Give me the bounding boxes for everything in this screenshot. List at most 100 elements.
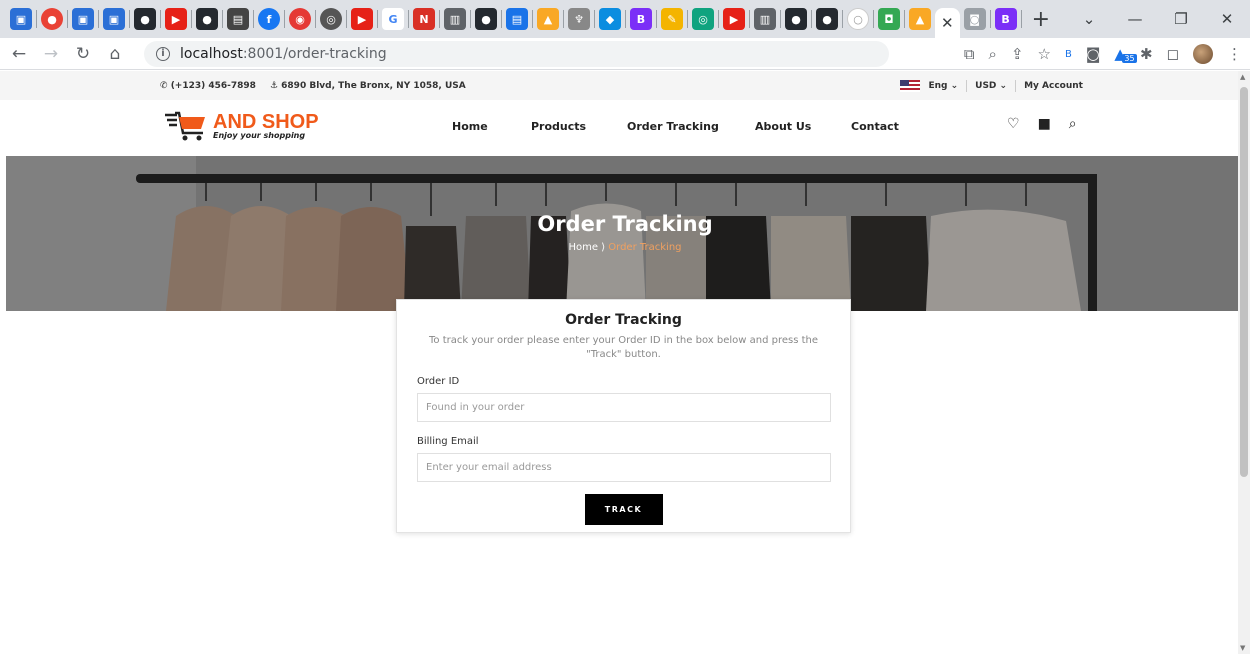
extension-icon[interactable]: B: [1065, 49, 1072, 60]
tab-icon[interactable]: ◎: [692, 8, 714, 30]
nav-about-us[interactable]: About Us: [755, 120, 851, 133]
site-logo[interactable]: AND SHOP Enjoy your shopping: [163, 109, 319, 143]
main-navigation: Home Products Order Tracking About Us Co…: [452, 120, 899, 133]
camera-icon[interactable]: ◙: [963, 8, 986, 30]
tab-icon[interactable]: ◉: [289, 8, 311, 30]
reload-icon[interactable]: ↻: [70, 44, 96, 64]
extensions-puzzle-icon[interactable]: ✱: [1140, 45, 1153, 63]
tab-icon[interactable]: ◎: [320, 8, 342, 30]
language-label: Eng: [928, 80, 948, 91]
github-icon[interactable]: ●: [134, 8, 156, 30]
back-icon[interactable]: ←: [6, 44, 32, 64]
divider: [966, 79, 968, 92]
menu-kebab-icon[interactable]: ⋮: [1227, 45, 1242, 63]
tab-icon[interactable]: ◆: [599, 8, 621, 30]
tab-icon[interactable]: ▲: [909, 8, 931, 30]
bookmark-star-icon[interactable]: ☆: [1038, 45, 1051, 63]
language-selector[interactable]: Eng ⌄: [928, 81, 958, 91]
extension-badge-icon[interactable]: ▲ 35: [1114, 45, 1137, 63]
nav-products[interactable]: Products: [531, 120, 627, 133]
new-tab-button[interactable]: +: [1032, 7, 1050, 32]
billing-email-input[interactable]: [417, 453, 831, 482]
contact-phone[interactable]: ✆ (+123) 456-7898: [160, 81, 256, 91]
scroll-up-icon[interactable]: ▲: [1240, 73, 1245, 81]
scrollbar-thumb[interactable]: [1240, 87, 1248, 477]
nav-contact[interactable]: Contact: [851, 120, 899, 133]
address-bar[interactable]: i localhost:8001/order-tracking: [144, 41, 889, 67]
nav-order-tracking[interactable]: Order Tracking: [627, 120, 755, 133]
tab-icon[interactable]: ●: [41, 8, 63, 30]
restore-icon[interactable]: ❐: [1158, 10, 1204, 28]
location-icon: ⚓: [269, 80, 282, 91]
tab-divider: [873, 10, 874, 28]
tab-icon[interactable]: ○: [847, 8, 869, 30]
tab-search-icon[interactable]: ⌄: [1066, 10, 1112, 28]
tab-icon[interactable]: ▣: [10, 8, 32, 30]
tab-icon[interactable]: ▤: [506, 8, 528, 30]
tab-divider: [780, 10, 781, 28]
tab-icon[interactable]: ▣: [72, 8, 94, 30]
shopping-bag-icon[interactable]: ■: [1038, 116, 1051, 132]
tab-divider: [1020, 10, 1022, 28]
tab-divider: [811, 10, 812, 28]
tab-divider: [594, 10, 595, 28]
page-scrollbar[interactable]: ▲ ▼: [1238, 71, 1250, 654]
github-icon[interactable]: ●: [475, 8, 497, 30]
phone-text: (+123) 456-7898: [170, 80, 256, 91]
site-info-icon[interactable]: i: [156, 47, 170, 61]
track-button[interactable]: TRACK: [584, 494, 663, 525]
tab-divider: [563, 10, 564, 28]
tab-divider: [284, 10, 285, 28]
minimize-icon[interactable]: —: [1112, 10, 1158, 28]
bootstrap-icon[interactable]: B: [630, 8, 652, 30]
tab-divider: [253, 10, 254, 28]
tab-icon[interactable]: ▥: [754, 8, 776, 30]
tab-icon[interactable]: ◘: [878, 8, 900, 30]
youtube-icon[interactable]: ▶: [723, 8, 745, 30]
tab-divider: [377, 10, 378, 28]
url-host: localhost: [180, 46, 243, 62]
youtube-icon[interactable]: ▶: [165, 8, 187, 30]
github-icon[interactable]: ●: [816, 8, 838, 30]
logo-tagline: Enjoy your shopping: [213, 131, 306, 140]
zoom-icon[interactable]: ⌕: [989, 45, 997, 63]
extension-badge-count: 35: [1122, 54, 1137, 63]
tab-icon[interactable]: N: [413, 8, 435, 30]
google-icon[interactable]: G: [382, 8, 404, 30]
nav-home[interactable]: Home: [452, 120, 531, 133]
window-controls: ⌄ — ❐ ✕: [1066, 0, 1250, 38]
breadcrumb-home[interactable]: Home: [568, 242, 598, 253]
bootstrap-icon[interactable]: B: [994, 8, 1017, 30]
home-icon[interactable]: ⌂: [102, 44, 128, 64]
close-window-icon[interactable]: ✕: [1204, 10, 1250, 28]
chevron-down-icon: ⌄: [999, 80, 1008, 91]
currency-selector[interactable]: USD ⌄: [975, 81, 1007, 91]
tab-icon[interactable]: ✎: [661, 8, 683, 30]
forward-icon[interactable]: →: [38, 44, 64, 64]
close-tab-icon[interactable]: ✕: [941, 14, 954, 32]
side-panel-icon[interactable]: ◻: [1167, 45, 1179, 63]
youtube-icon[interactable]: ▶: [351, 8, 373, 30]
wishlist-heart-icon[interactable]: ♡: [1007, 116, 1020, 132]
tab-divider: [687, 10, 688, 28]
profile-avatar[interactable]: [1193, 44, 1213, 64]
tab-divider: [191, 10, 192, 28]
tab-icon[interactable]: ▤: [227, 8, 249, 30]
my-account-link[interactable]: My Account: [1024, 81, 1083, 91]
scroll-down-icon[interactable]: ▼: [1240, 644, 1245, 652]
chevron-down-icon: ⌄: [950, 80, 959, 91]
tab-icon[interactable]: ♆: [568, 8, 590, 30]
search-icon[interactable]: ⌕: [1069, 116, 1077, 132]
tab-icon[interactable]: ▣: [103, 8, 125, 30]
translate-icon[interactable]: ⧉: [964, 45, 975, 63]
github-icon[interactable]: ●: [196, 8, 218, 30]
tab-icon[interactable]: ▲: [537, 8, 559, 30]
facebook-icon[interactable]: f: [258, 8, 280, 30]
active-tab[interactable]: ✕: [935, 8, 960, 38]
camera-extension-icon[interactable]: ◙: [1086, 45, 1101, 63]
github-icon[interactable]: ●: [785, 8, 807, 30]
tab-icon[interactable]: ▥: [444, 8, 466, 30]
order-id-input[interactable]: [417, 393, 831, 422]
contact-address: ⚓ 6890 Blvd, The Bronx, NY 1058, USA: [270, 81, 466, 91]
share-icon[interactable]: ⇪: [1011, 45, 1024, 63]
